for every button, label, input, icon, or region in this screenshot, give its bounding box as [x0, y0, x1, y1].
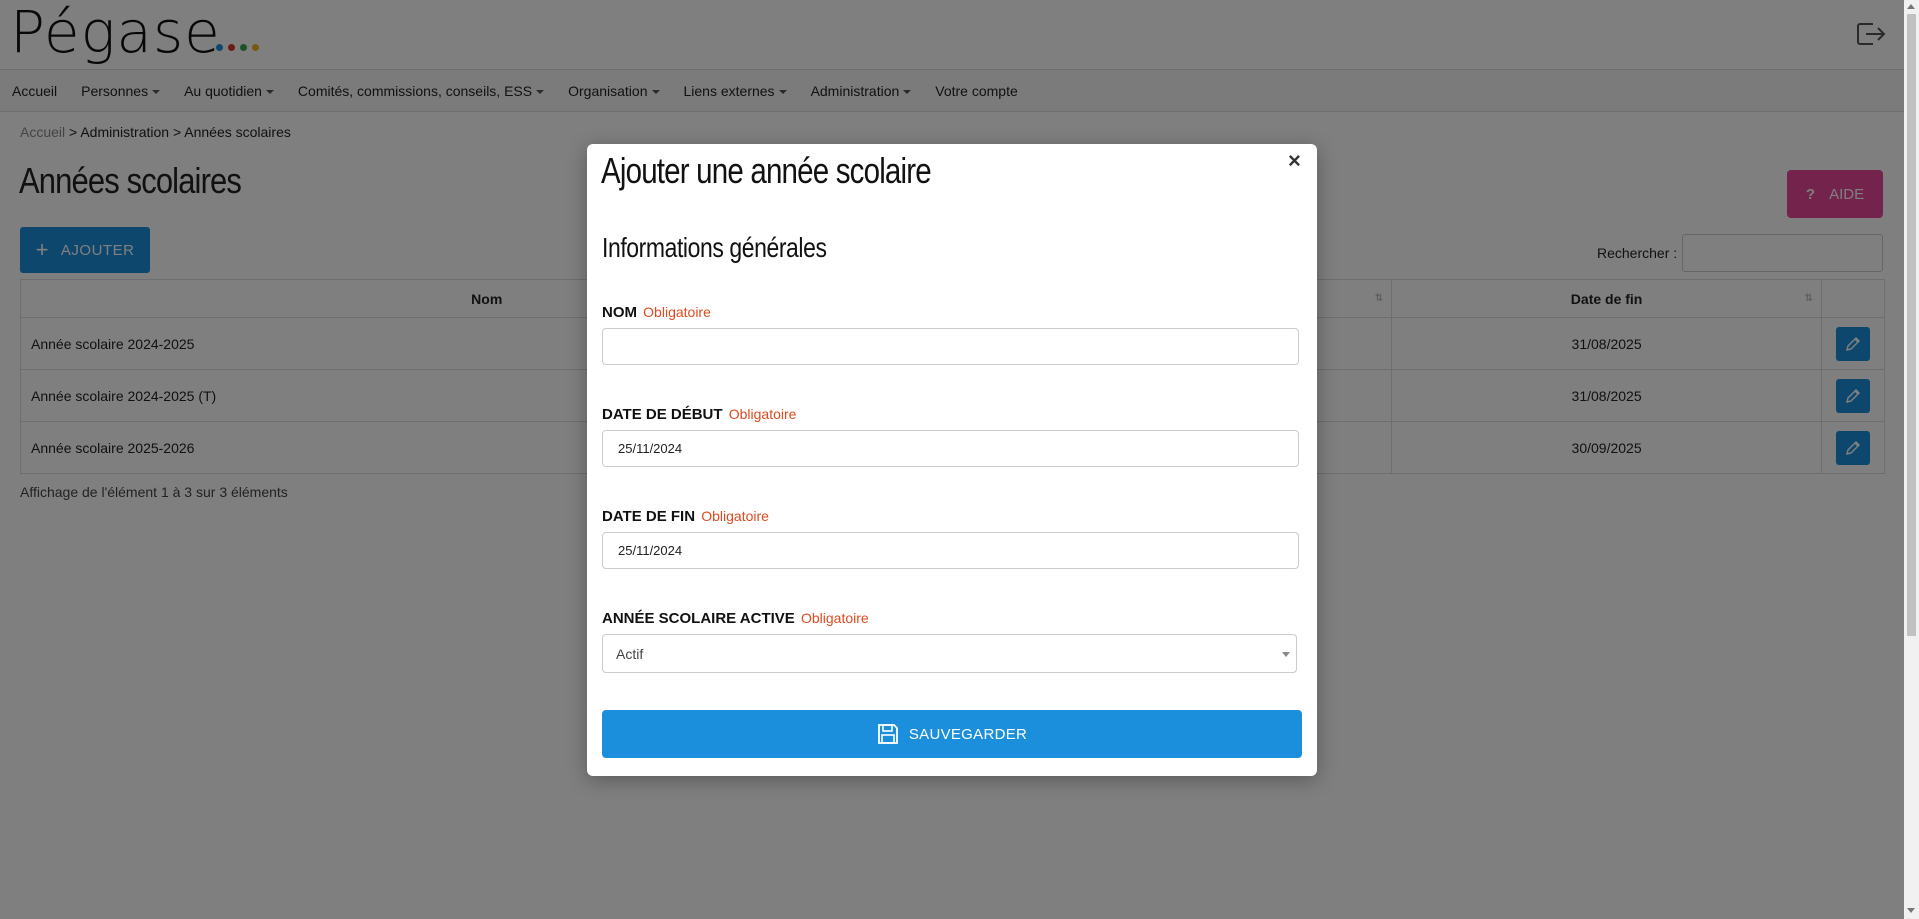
scroll-down-arrow-icon[interactable]	[1907, 908, 1915, 913]
required-tag: Obligatoire	[728, 406, 797, 422]
date-fin-field[interactable]: 25/11/2024	[602, 532, 1299, 569]
page-scrollbar[interactable]	[1904, 0, 1919, 919]
annee-active-select[interactable]: Actif	[602, 634, 1297, 673]
field-label-text: DATE DE DÉBUT	[602, 406, 723, 423]
save-button-label: SAUVEGARDER	[908, 725, 1028, 743]
nom-field[interactable]	[602, 328, 1299, 365]
close-icon[interactable]: ×	[1288, 148, 1301, 174]
scroll-up-arrow-icon[interactable]	[1907, 4, 1915, 9]
modal-title: Ajouter une année scolaire	[601, 150, 932, 191]
field-label-text: ANNÉE SCOLAIRE ACTIVE	[602, 610, 795, 627]
required-tag: Obligatoire	[643, 304, 711, 320]
scrollbar-thumb[interactable]	[1907, 14, 1916, 636]
date-debut-label: DATE DE DÉBUT Obligatoire	[602, 406, 796, 423]
add-school-year-modal: Ajouter une année scolaire × Information…	[587, 144, 1317, 776]
field-label-text: DATE DE FIN	[602, 508, 696, 525]
select-value: Actif	[616, 645, 644, 662]
floppy-disk-icon	[877, 724, 898, 744]
nom-label: NOM Obligatoire	[602, 304, 711, 321]
chevron-down-icon	[1282, 652, 1290, 657]
save-button[interactable]: SAUVEGARDER	[602, 710, 1302, 758]
required-tag: Obligatoire	[800, 610, 869, 626]
date-fin-label: DATE DE FIN Obligatoire	[602, 508, 769, 525]
field-label-text: NOM	[602, 304, 637, 321]
date-debut-field[interactable]: 25/11/2024	[602, 430, 1299, 467]
required-tag: Obligatoire	[701, 508, 769, 524]
annee-active-label: ANNÉE SCOLAIRE ACTIVE Obligatoire	[602, 610, 869, 627]
section-title: Informations générales	[602, 232, 827, 263]
